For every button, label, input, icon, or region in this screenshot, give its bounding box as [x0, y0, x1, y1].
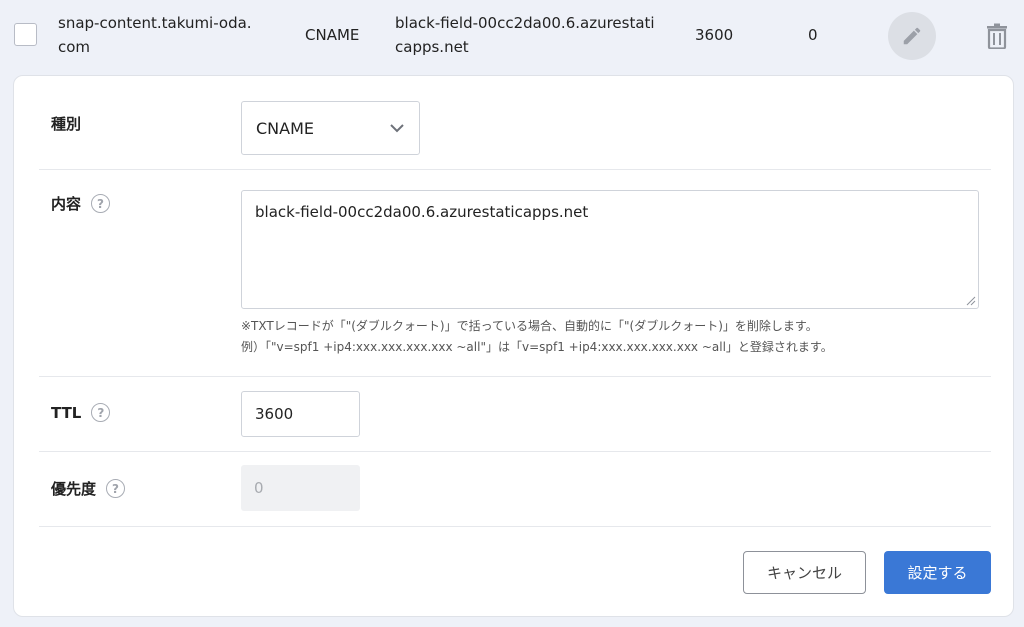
delete-button[interactable]	[984, 22, 1010, 50]
trash-icon	[987, 23, 1007, 49]
record-type: CNAME	[305, 26, 360, 44]
content-label: 内容 ?	[51, 193, 111, 214]
resize-handle-icon[interactable]	[966, 296, 976, 306]
help-icon[interactable]: ?	[106, 479, 126, 498]
record-ttl: 3600	[695, 26, 734, 44]
type-select-value: CNAME	[256, 118, 314, 138]
edit-button[interactable]	[888, 12, 936, 60]
type-row: 種別 CNAME	[39, 76, 991, 170]
dns-record-row: snap-content.takumi-oda.com CNAME black-…	[0, 0, 1024, 72]
content-note: ※TXTレコードが「"(ダブルクォート)」で括っている場合、自動的に「"(ダブル…	[241, 316, 833, 358]
priority-input-value: 0	[254, 479, 264, 497]
priority-label: 優先度 ?	[51, 478, 126, 499]
ttl-input[interactable]: 3600	[241, 391, 360, 437]
content-row: 内容 ? black-field-00cc2da00.6.azurestatic…	[39, 170, 991, 377]
priority-row: 優先度 ? 0	[39, 452, 991, 527]
priority-input: 0	[241, 465, 360, 511]
record-priority: 0	[808, 26, 818, 44]
content-textarea-value: black-field-00cc2da00.6.azurestaticapps.…	[255, 203, 589, 221]
ttl-label: TTL ?	[51, 403, 111, 422]
content-note-line1: ※TXTレコードが「"(ダブルクォート)」で括っている場合、自動的に「"(ダブル…	[241, 319, 818, 333]
content-label-text: 内容	[51, 195, 82, 213]
record-name: snap-content.takumi-oda.com	[58, 14, 252, 56]
type-select[interactable]: CNAME	[241, 101, 420, 155]
submit-button[interactable]: 設定する	[884, 551, 991, 594]
pencil-icon	[903, 27, 921, 45]
content-textarea[interactable]: black-field-00cc2da00.6.azurestaticapps.…	[241, 190, 979, 309]
help-icon[interactable]: ?	[91, 403, 111, 422]
record-edit-panel: 種別 CNAME 内容 ? black-field-00cc2da00.6.az…	[13, 75, 1014, 617]
cancel-button[interactable]: キャンセル	[743, 551, 866, 594]
ttl-label-text: TTL	[51, 403, 82, 422]
type-label: 種別	[51, 113, 81, 134]
chevron-down-icon	[390, 124, 404, 133]
help-icon[interactable]: ?	[91, 194, 111, 213]
record-content: black-field-00cc2da00.6.azurestaticapps.…	[395, 14, 655, 56]
ttl-row: TTL ? 3600	[39, 377, 991, 452]
ttl-input-value: 3600	[255, 405, 294, 423]
record-select-checkbox[interactable]	[14, 23, 37, 46]
type-label-text: 種別	[51, 115, 82, 133]
content-note-line2: 例）「"v=spf1 +ip4:xxx.xxx.xxx.xxx ~all"」は「…	[241, 340, 833, 354]
priority-label-text: 優先度	[51, 480, 97, 498]
